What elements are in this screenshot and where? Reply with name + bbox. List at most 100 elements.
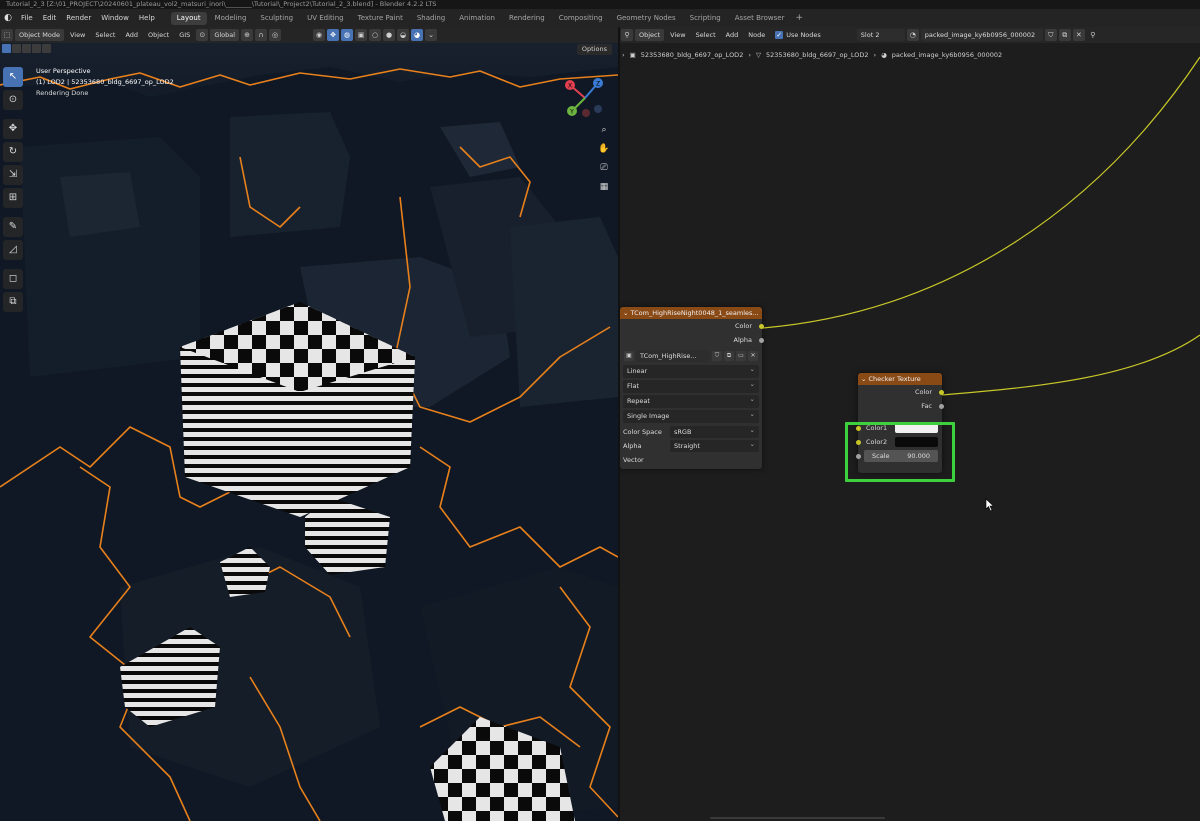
- image-browse-icon[interactable]: ▣: [624, 350, 634, 361]
- checker-fac-output-socket[interactable]: [939, 403, 944, 409]
- magnet-icon[interactable]: ∩: [255, 29, 268, 41]
- object-mode-dropdown[interactable]: Object Mode: [15, 29, 64, 41]
- tab-modeling[interactable]: Modeling: [209, 12, 253, 25]
- selection-mode-group: [2, 44, 52, 53]
- menu-render[interactable]: Render: [61, 9, 96, 27]
- source-dropdown[interactable]: Single Image: [623, 408, 759, 423]
- transform-orientation-dropdown[interactable]: Global: [210, 29, 240, 41]
- color-space-label: Color Space: [623, 428, 662, 436]
- add-cube-icon[interactable]: ◻: [3, 269, 23, 289]
- tab-uv-editing[interactable]: UV Editing: [301, 12, 350, 25]
- viewport-menu-view[interactable]: View: [66, 29, 89, 41]
- top-bar: ◐ File Edit Render Window Help Layout Mo…: [0, 9, 1200, 27]
- gizmo-toggle-icon[interactable]: ✥: [327, 29, 340, 41]
- alpha-mode-dropdown[interactable]: Straight: [670, 438, 759, 452]
- tab-layout[interactable]: Layout: [170, 11, 207, 25]
- view-perspective-label: User Perspective: [36, 67, 91, 75]
- options-dropdown[interactable]: Options: [576, 44, 612, 55]
- tab-texture-paint[interactable]: Texture Paint: [352, 12, 409, 25]
- image-output-alpha: Alpha: [620, 333, 764, 347]
- menu-window[interactable]: Window: [96, 9, 134, 27]
- image-output-color-label: Color: [735, 322, 752, 330]
- select-extend-icon[interactable]: [12, 44, 21, 53]
- image-node-header[interactable]: ⌄ TCom_HighRiseNight0048_1_seamles...: [620, 307, 762, 319]
- tab-scripting[interactable]: Scripting: [684, 12, 727, 25]
- tab-animation[interactable]: Animation: [453, 12, 501, 25]
- viewport-menu-add[interactable]: Add: [121, 29, 142, 41]
- cursor-icon[interactable]: ⊙: [3, 90, 23, 110]
- tab-asset-browser[interactable]: Asset Browser: [729, 12, 791, 25]
- zoom-icon[interactable]: ⌕: [597, 123, 611, 137]
- blender-logo-icon[interactable]: ◐: [0, 11, 16, 25]
- measure-icon[interactable]: ◿: [3, 240, 23, 260]
- 3d-viewport[interactable]: ⬚ Object Mode View Select Add Object GIS…: [0, 27, 618, 821]
- extension-dropdown[interactable]: Repeat: [623, 393, 759, 408]
- select-subtract-icon[interactable]: [22, 44, 31, 53]
- checker-output-fac: Fac: [858, 399, 944, 413]
- interpolation-dropdown[interactable]: Linear: [623, 363, 759, 378]
- shading-rendered-icon[interactable]: ◕: [411, 29, 424, 41]
- extrude-icon[interactable]: ⧉: [3, 292, 23, 312]
- navigation-gizmo[interactable]: X Y Z: [560, 73, 610, 123]
- shading-options-icon[interactable]: ⌄: [425, 29, 438, 41]
- viewport-menu-object[interactable]: Object: [144, 29, 173, 41]
- shading-wireframe-icon[interactable]: ○: [369, 29, 382, 41]
- viewport-menu-select[interactable]: Select: [91, 29, 119, 41]
- select-box-icon[interactable]: ↖: [3, 67, 23, 87]
- select-invert-icon[interactable]: [32, 44, 41, 53]
- select-new-icon[interactable]: [2, 44, 11, 53]
- color-space-dropdown[interactable]: sRGB: [670, 424, 759, 438]
- gizmo-z-label: Z: [596, 81, 600, 88]
- pivot-icon[interactable]: ⊕: [241, 29, 254, 41]
- image-unlink-icon[interactable]: ✕: [748, 350, 758, 361]
- add-workspace-button[interactable]: +: [792, 13, 808, 23]
- viewport-subheader: Options: [0, 43, 618, 57]
- color-output-socket[interactable]: [759, 323, 764, 329]
- tab-compositing[interactable]: Compositing: [553, 12, 609, 25]
- tab-sculpting[interactable]: Sculpting: [254, 12, 299, 25]
- rotate-icon[interactable]: ↻: [3, 142, 23, 162]
- viewport-info-overlay: User Perspective (1) LOD2 | 52353680_bld…: [36, 66, 174, 99]
- tab-geometry-nodes[interactable]: Geometry Nodes: [611, 12, 682, 25]
- proportional-edit-icon[interactable]: ◎: [269, 29, 282, 41]
- mouse-cursor-icon: [985, 498, 995, 512]
- tool-shelf: ↖ ⊙ ✥ ↻ ⇲ ⊞ ✎ ◿ ◻ ⧉: [2, 67, 24, 315]
- snap-icon[interactable]: ⊙: [196, 29, 209, 41]
- alpha-mode-label: Alpha: [623, 442, 642, 450]
- image-datablock-row: ▣ TCom_HighRise... ⛉ ⧉ ▭ ✕: [620, 348, 762, 363]
- link-image-color: [762, 56, 1200, 329]
- annotate-icon[interactable]: ✎: [3, 217, 23, 237]
- image-input-vector: Vector: [620, 453, 762, 467]
- pan-hand-icon[interactable]: ✋: [597, 142, 611, 156]
- tab-rendering[interactable]: Rendering: [503, 12, 551, 25]
- alpha-mode-row: Alpha Straight: [620, 438, 762, 453]
- camera-icon[interactable]: ⎚: [597, 161, 611, 175]
- select-intersect-icon[interactable]: [42, 44, 51, 53]
- perspective-grid-icon[interactable]: ▦: [597, 180, 611, 194]
- overlay-toggle-icon[interactable]: ◍: [341, 29, 354, 41]
- visibility-icon[interactable]: ◉: [313, 29, 326, 41]
- scale-icon[interactable]: ⇲: [3, 165, 23, 185]
- move-icon[interactable]: ✥: [3, 119, 23, 139]
- image-texture-node[interactable]: ⌄ TCom_HighRiseNight0048_1_seamles... Co…: [620, 307, 764, 469]
- checker-node-header[interactable]: ⌄ Checker Texture: [858, 373, 942, 385]
- image-new-icon[interactable]: ⧉: [724, 350, 734, 361]
- image-fake-user-icon[interactable]: ⛉: [712, 350, 722, 361]
- shader-node-editor[interactable]: ⚲ Object View Select Add Node ✓ Use Nodes…: [620, 27, 1200, 821]
- transform-icon[interactable]: ⊞: [3, 188, 23, 208]
- editor-type-icon[interactable]: ⬚: [1, 29, 13, 41]
- menu-edit[interactable]: Edit: [38, 9, 62, 27]
- viewport-menu-gis[interactable]: GIS: [175, 29, 194, 41]
- tab-shading[interactable]: Shading: [411, 12, 451, 25]
- menu-file[interactable]: File: [16, 9, 38, 27]
- shading-solid-icon[interactable]: ●: [383, 29, 396, 41]
- render-status-label: Rendering Done: [36, 89, 89, 97]
- image-name-field[interactable]: TCom_HighRise...: [636, 349, 710, 362]
- image-open-folder-icon[interactable]: ▭: [736, 350, 746, 361]
- projection-dropdown[interactable]: Flat: [623, 378, 759, 393]
- xray-icon[interactable]: ▣: [355, 29, 368, 41]
- checker-color-output-socket[interactable]: [939, 389, 944, 395]
- alpha-output-socket[interactable]: [759, 337, 764, 343]
- shading-material-icon[interactable]: ◒: [397, 29, 410, 41]
- menu-help[interactable]: Help: [134, 9, 160, 27]
